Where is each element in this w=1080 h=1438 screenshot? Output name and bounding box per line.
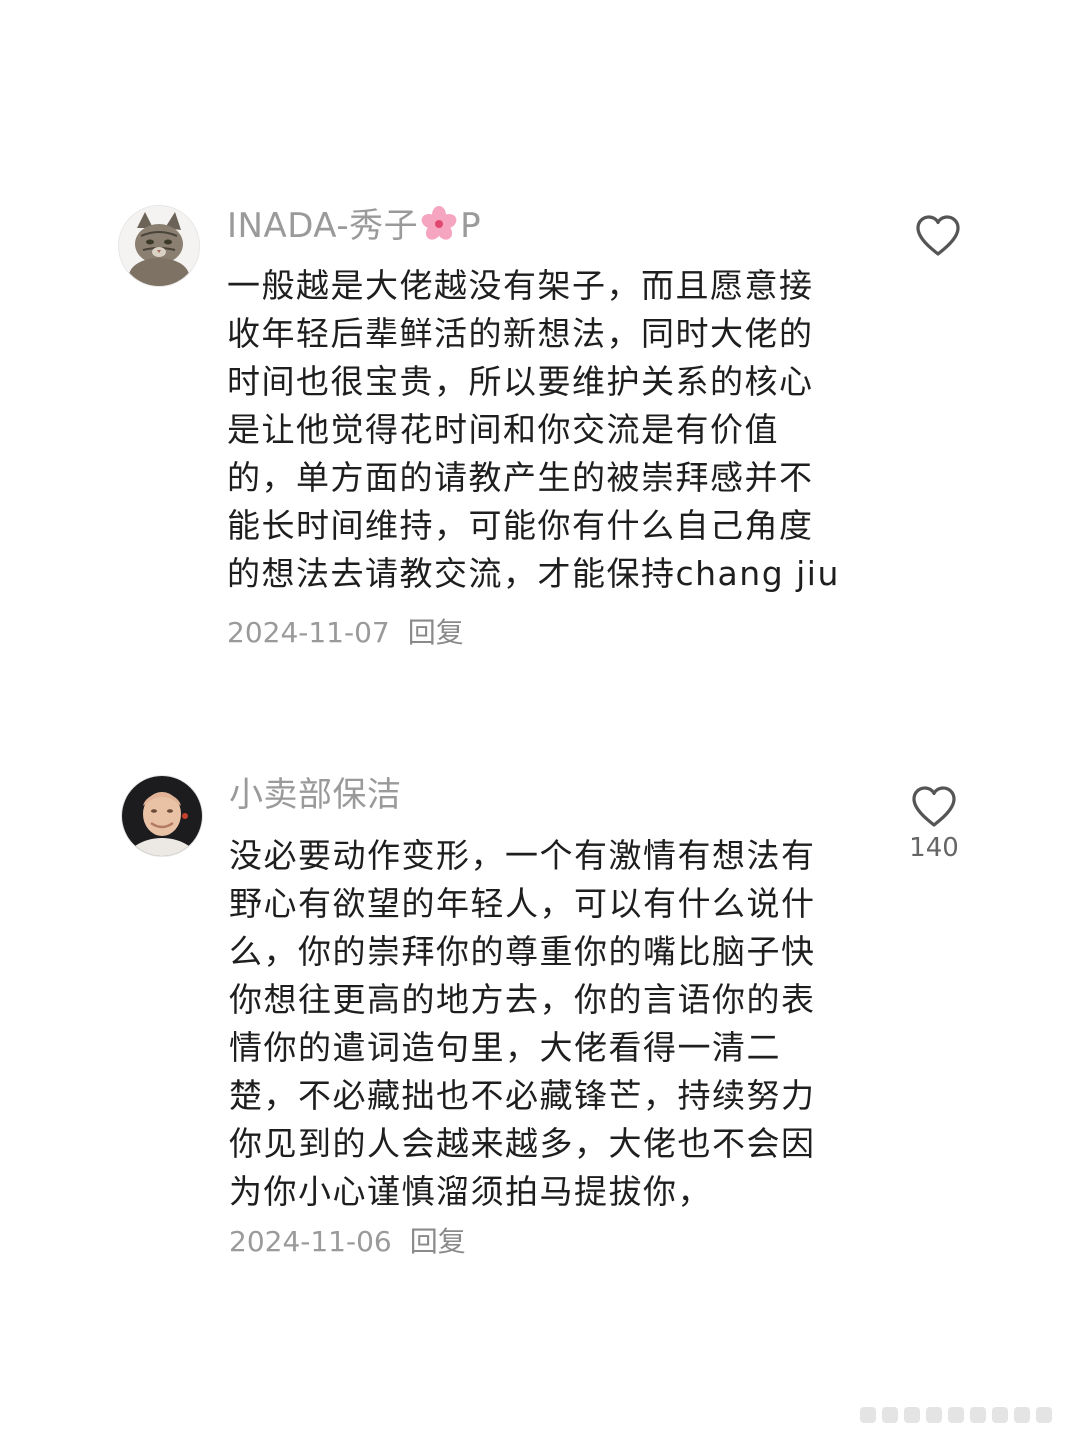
comment-text: 没必要动作变形，一个有激情有想法有野心有欲望的年轻人，可以有什么说什么，你的崇拜… [229,836,816,1211]
heart-outline-icon [916,215,960,256]
like-button[interactable] [908,214,968,258]
reply-button[interactable]: 回复 [410,1225,466,1258]
comment-username[interactable]: 小卖部保洁 [229,775,402,815]
username-text: INADA-秀子 [227,206,419,246]
watermark-decoration [860,1407,1052,1423]
like-button[interactable]: 140 [904,785,964,863]
cat-avatar-icon [119,206,199,286]
comment-date: 2024-11-07 [227,616,390,649]
comment-username[interactable]: INADA-秀子 P [227,205,481,246]
username-suffix: P [460,206,482,246]
reply-button[interactable]: 回复 [408,616,464,649]
comment-date: 2024-11-06 [229,1225,392,1258]
avatar[interactable] [118,205,200,287]
heart-outline-icon [912,786,956,827]
like-count: 140 [909,833,959,863]
comment-meta: 2024-11-07 回复 [227,616,464,650]
person-avatar-icon [122,776,202,856]
avatar[interactable] [121,775,203,857]
comment-meta: 2024-11-06 回复 [229,1225,466,1259]
comment-text: 一般越是大佬越没有架子，而且愿意接收年轻后辈鲜活的新想法，同时大佬的时间也很宝贵… [227,266,840,593]
cherry-blossom-icon [420,205,458,243]
comment-list: INADA-秀子 P 一般越是大佬越没有架子，而且愿意接收年轻后辈鲜活的新想法，… [0,0,1080,1438]
username-text: 小卖部保洁 [229,775,402,815]
